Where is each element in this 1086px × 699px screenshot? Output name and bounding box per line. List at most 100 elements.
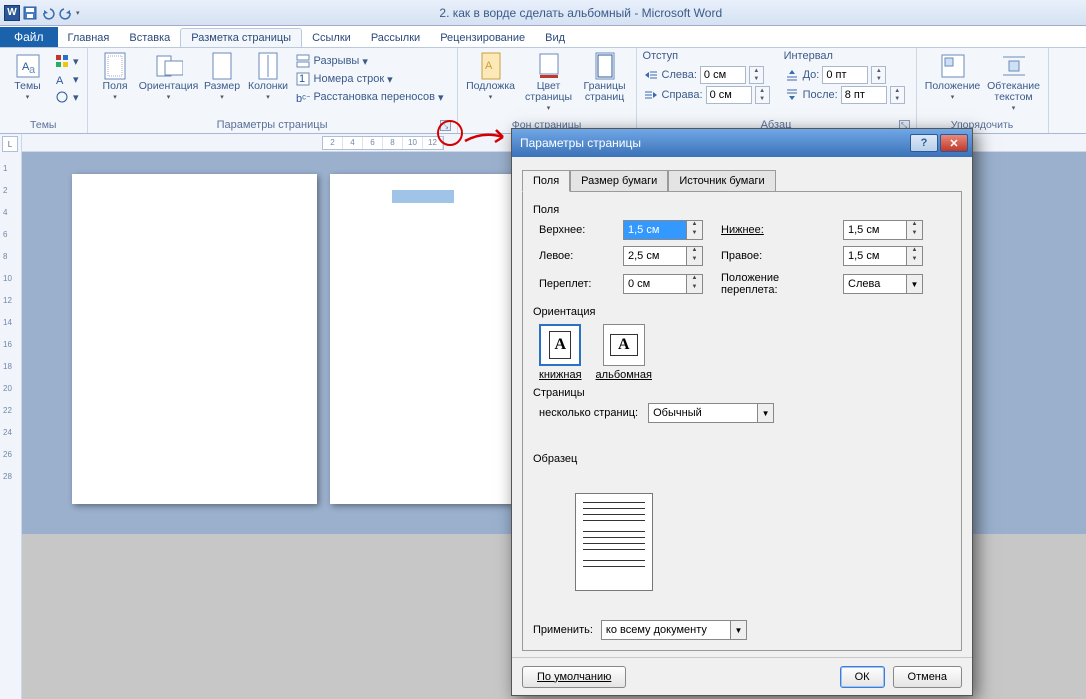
top-margin-label: Верхнее: <box>539 224 611 236</box>
gutter-input[interactable]: ▲▼ <box>623 274 709 294</box>
dialog-tab-source[interactable]: Источник бумаги <box>668 170 775 192</box>
theme-effects-button[interactable]: ▾ <box>52 88 81 106</box>
cancel-button[interactable]: Отмена <box>893 666 962 688</box>
indent-right-input[interactable] <box>706 86 752 104</box>
svg-text:A: A <box>56 75 64 86</box>
redo-icon[interactable] <box>58 5 74 21</box>
position-button[interactable]: Положение▾ <box>923 50 983 103</box>
ribbon: Aa Темы ▾ ▾ A▾ ▾ Темы Поля▾ Ориентация▾ … <box>0 48 1086 134</box>
tab-selector-icon[interactable]: L <box>2 136 18 152</box>
multi-pages-combo[interactable]: ▼ <box>648 403 774 423</box>
line-numbers-icon: 1 <box>295 71 311 87</box>
app-icon: W <box>4 5 20 21</box>
gutter-pos-label: Положение переплета: <box>721 272 831 296</box>
dialog-tabs: Поля Размер бумаги Источник бумаги <box>522 169 962 191</box>
dialog-close-button[interactable]: ✕ <box>940 134 968 152</box>
indent-right-icon <box>643 87 659 103</box>
left-margin-input[interactable]: ▲▼ <box>623 246 709 266</box>
spacing-after-icon <box>784 87 800 103</box>
tab-page-layout[interactable]: Разметка страницы <box>180 28 302 47</box>
watermark-button[interactable]: AПодложка▾ <box>464 50 518 103</box>
position-icon <box>939 52 967 80</box>
title-bar: W ▾ 2. как в ворде сделать альбомный - M… <box>0 0 1086 26</box>
watermark-icon: A <box>477 52 505 80</box>
file-tab[interactable]: Файл <box>0 27 58 47</box>
hyphenation-button[interactable]: bᶜ⁻Расстановка переносов ▾ <box>293 88 446 106</box>
group-page-background: AПодложка▾ Цвет страницы▾ Границы страни… <box>458 48 637 133</box>
preview-box <box>575 493 653 591</box>
dialog-titlebar: Параметры страницы ? ✕ <box>512 129 972 157</box>
tab-review[interactable]: Рецензирование <box>430 29 535 47</box>
indent-header: Отступ <box>643 50 770 62</box>
orientation-landscape[interactable]: A альбомная <box>596 324 652 381</box>
theme-fonts-button[interactable]: A▾ <box>52 70 81 88</box>
spacing-before-input[interactable] <box>822 66 868 84</box>
gutter-pos-combo[interactable]: ▼ <box>843 274 929 294</box>
dialog-panel: Поля Верхнее: ▲▼ Нижнее: ▲▼ Левое: ▲▼ Пр… <box>522 191 962 651</box>
section-fields-label: Поля <box>533 204 951 216</box>
margins-button[interactable]: Поля▾ <box>94 50 137 103</box>
text-selection <box>392 190 454 203</box>
dialog-tab-paper[interactable]: Размер бумаги <box>570 170 668 192</box>
page-color-button[interactable]: Цвет страницы▾ <box>521 50 577 114</box>
svg-text:A: A <box>485 60 493 72</box>
svg-text:a: a <box>29 64 36 76</box>
orientation-icon <box>155 52 183 80</box>
breaks-icon <box>295 53 311 69</box>
size-icon <box>208 52 236 80</box>
dialog-button-row: По умолчанию ОК Отмена <box>512 657 972 695</box>
tab-references[interactable]: Ссылки <box>302 29 361 47</box>
default-button[interactable]: По умолчанию <box>522 666 626 688</box>
right-margin-input[interactable]: ▲▼ <box>843 246 929 266</box>
ok-button[interactable]: ОК <box>840 666 885 688</box>
spinner[interactable]: ▲▼ <box>749 66 764 84</box>
group-themes: Aa Темы ▾ ▾ A▾ ▾ Темы <box>0 48 88 133</box>
tab-mailings[interactable]: Рассылки <box>361 29 430 47</box>
save-icon[interactable] <box>22 5 38 21</box>
dialog-title: Параметры страницы <box>516 136 908 150</box>
top-margin-input[interactable]: ▲▼ <box>623 220 709 240</box>
page-setup-dialog: Параметры страницы ? ✕ Поля Размер бумаг… <box>511 128 973 696</box>
spinner[interactable]: ▲▼ <box>755 86 770 104</box>
hyphenation-icon: bᶜ⁻ <box>295 89 311 105</box>
apply-combo[interactable]: ▼ <box>601 620 747 640</box>
tab-home[interactable]: Главная <box>58 29 120 47</box>
wrap-icon <box>1000 52 1028 80</box>
theme-colors-button[interactable]: ▾ <box>52 52 81 70</box>
page-setup-launcher-icon[interactable]: ⤡ <box>440 120 451 131</box>
group-paragraph: Отступ Слева:▲▼ Справа:▲▼ Интервал До:▲▼… <box>637 48 917 133</box>
size-button[interactable]: Размер▾ <box>201 50 244 103</box>
undo-icon[interactable] <box>40 5 56 21</box>
dialog-help-button[interactable]: ? <box>910 134 938 152</box>
spinner[interactable]: ▲▼ <box>890 86 905 104</box>
page-color-icon <box>535 52 563 80</box>
spinner[interactable]: ▲▼ <box>871 66 886 84</box>
spacing-after-input[interactable] <box>841 86 887 104</box>
multi-pages-label: несколько страниц: <box>539 407 638 419</box>
borders-icon <box>591 52 619 80</box>
apply-label: Применить: <box>533 624 593 636</box>
section-orientation-label: Ориентация <box>533 306 951 318</box>
columns-icon <box>254 52 282 80</box>
themes-button[interactable]: Aa Темы ▾ <box>6 50 49 103</box>
indent-left-row: Слева:▲▼ <box>643 66 770 84</box>
margins-icon <box>101 52 129 80</box>
section-preview-label: Образец <box>533 453 951 465</box>
spacing-before-row: До:▲▼ <box>784 66 905 84</box>
columns-button[interactable]: Колонки▾ <box>247 50 290 103</box>
page-borders-button[interactable]: Границы страниц <box>580 50 630 105</box>
line-numbers-button[interactable]: 1Номера строк ▾ <box>293 70 446 88</box>
vertical-ruler[interactable]: L 1246810121416182022242628 <box>0 134 22 699</box>
breaks-button[interactable]: Разрывы ▾ <box>293 52 446 70</box>
group-arrange: Положение▾ Обтекание текстом▾ Упорядочит… <box>917 48 1049 133</box>
orientation-button[interactable]: Ориентация▾ <box>140 50 198 103</box>
tab-view[interactable]: Вид <box>535 29 575 47</box>
dialog-tab-fields[interactable]: Поля <box>522 170 570 192</box>
wrap-button[interactable]: Обтекание текстом▾ <box>986 50 1042 114</box>
svg-text:1: 1 <box>299 73 305 85</box>
orientation-portrait[interactable]: A книжная <box>539 324 582 381</box>
bottom-margin-input[interactable]: ▲▼ <box>843 220 929 240</box>
indent-left-input[interactable] <box>700 66 746 84</box>
tab-insert[interactable]: Вставка <box>119 29 180 47</box>
svg-text:bᶜ⁻: bᶜ⁻ <box>296 93 310 104</box>
